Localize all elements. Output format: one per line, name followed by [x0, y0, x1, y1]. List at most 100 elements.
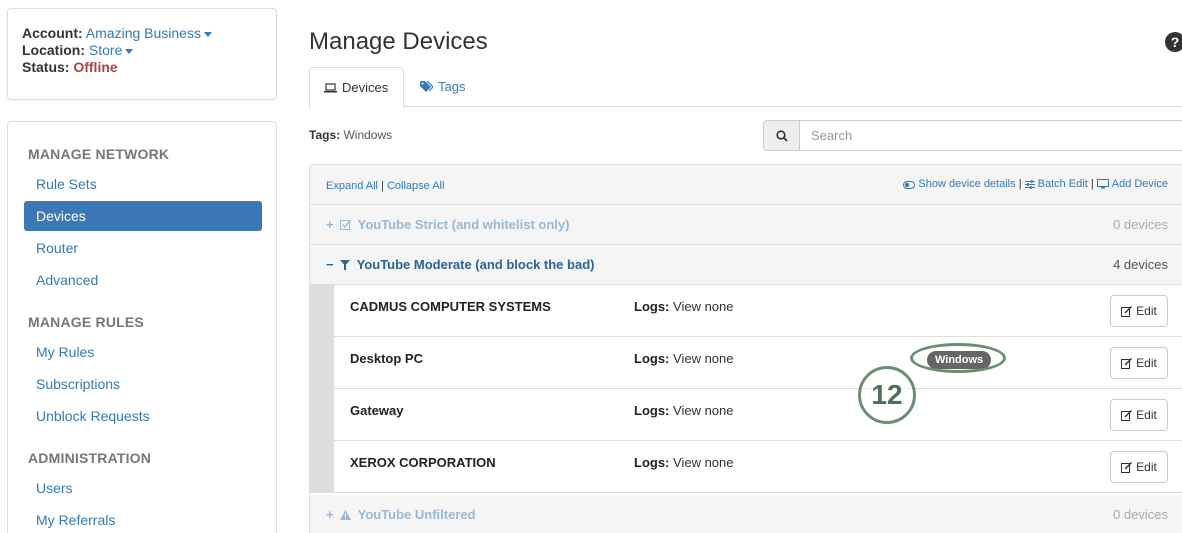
tab-tags-label: Tags: [438, 79, 466, 94]
sliders-icon: [1024, 180, 1035, 189]
sidebar-item-devices[interactable]: Devices: [24, 201, 262, 231]
expand-plus-icon[interactable]: +: [326, 217, 334, 232]
logs-value: View none: [673, 403, 734, 418]
sidebar-item-router[interactable]: Router: [24, 233, 262, 263]
nav-heading-manage-rules: MANAGE RULES: [28, 314, 144, 330]
caret-down-icon: [203, 31, 212, 37]
edit-button[interactable]: Edit: [1110, 295, 1168, 327]
edit-icon: [1121, 305, 1133, 317]
tab-bar: Devices Tags: [309, 67, 1182, 108]
edit-icon: [1121, 461, 1133, 473]
row-indent: [310, 389, 334, 440]
edit-button[interactable]: Edit: [1110, 399, 1168, 431]
logs-label: Logs:: [634, 455, 670, 470]
device-logs: Logs: View none: [634, 455, 734, 470]
show-details-label: Show device details: [918, 178, 1016, 190]
location-line: Location: Store: [22, 42, 276, 59]
row-indent: [310, 285, 334, 336]
batch-edit-label: Batch Edit: [1037, 178, 1088, 190]
separator: |: [1018, 178, 1022, 190]
group-name: YouTube Unfiltered: [357, 507, 476, 522]
tags-label: Tags:: [309, 128, 341, 142]
nav-heading-administration: ADMINISTRATION: [28, 450, 152, 466]
edit-icon: [1121, 409, 1133, 421]
tab-tags[interactable]: Tags: [406, 67, 479, 107]
separator: |: [1090, 178, 1094, 190]
group-title: + YouTube Strict (and whitelist only): [326, 217, 569, 232]
search-button[interactable]: [764, 121, 800, 150]
tags-value: Windows: [343, 128, 393, 142]
panel-header: Expand All | Collapse All Show device de…: [310, 165, 1182, 205]
sidebar-nav: MANAGE NETWORK Rule Sets Devices Router …: [7, 121, 277, 533]
expand-all-link[interactable]: Expand All: [326, 180, 378, 192]
toggle-icon: [903, 181, 916, 189]
edit-label: Edit: [1136, 304, 1157, 318]
logs-value: View none: [673, 351, 734, 366]
devices-panel: Expand All | Collapse All Show device de…: [309, 164, 1182, 533]
device-row: XEROX CORPORATION Logs: View none Edit: [310, 441, 1182, 493]
page-title: Manage Devices: [309, 28, 488, 55]
annotation-callout: 12: [858, 366, 916, 424]
group-title: − YouTube Moderate (and block the bad): [326, 257, 594, 272]
device-logs: Logs: View none: [634, 299, 734, 314]
sidebar-item-advanced[interactable]: Advanced: [24, 265, 262, 295]
account-value: Amazing Business: [85, 25, 201, 41]
logs-label: Logs:: [634, 299, 670, 314]
status-label: Status:: [22, 59, 70, 75]
group-name: YouTube Strict (and whitelist only): [357, 217, 570, 232]
account-dropdown[interactable]: Amazing Business: [86, 25, 212, 41]
location-label: Location:: [22, 42, 85, 58]
separator: |: [381, 180, 384, 192]
add-device-label: Add Device: [1111, 178, 1168, 190]
tags-filter: Tags: Windows: [309, 128, 392, 142]
expand-plus-icon[interactable]: +: [326, 507, 334, 522]
help-icon[interactable]: ?: [1165, 32, 1182, 52]
device-name: XEROX CORPORATION: [350, 455, 496, 470]
account-label: Account:: [22, 25, 83, 41]
group-row-youtube-strict[interactable]: + YouTube Strict (and whitelist only) 0 …: [310, 205, 1182, 245]
sidebar-item-unblock-requests[interactable]: Unblock Requests: [24, 401, 262, 431]
warning-icon: [340, 510, 352, 520]
edit-label: Edit: [1136, 460, 1157, 474]
sidebar-item-users[interactable]: Users: [24, 473, 262, 503]
group-row-youtube-moderate[interactable]: − YouTube Moderate (and block the bad) 4…: [310, 245, 1182, 285]
show-details-link[interactable]: Show device details: [903, 178, 1016, 190]
logs-value: View none: [673, 455, 734, 470]
search-input[interactable]: [801, 121, 1181, 150]
caret-down-icon: [125, 48, 134, 54]
edit-button[interactable]: Edit: [1110, 347, 1168, 379]
device-name: Desktop PC: [350, 351, 423, 366]
group-name: YouTube Moderate (and block the bad): [356, 257, 595, 272]
group-row-youtube-unfiltered[interactable]: + YouTube Unfiltered 0 devices: [310, 495, 1182, 533]
collapse-minus-icon[interactable]: −: [326, 257, 334, 272]
row-indent: [310, 337, 334, 388]
logs-value: View none: [673, 299, 734, 314]
sidebar-item-my-referrals[interactable]: My Referrals: [24, 505, 262, 533]
status-line: Status: Offline: [22, 59, 276, 76]
status-value: Offline: [73, 59, 118, 75]
row-indent: [310, 441, 334, 492]
account-line: Account: Amazing Business: [22, 25, 276, 42]
sidebar-item-rule-sets[interactable]: Rule Sets: [24, 169, 262, 199]
device-name: Gateway: [350, 403, 404, 418]
edit-label: Edit: [1136, 356, 1157, 370]
tags-icon: [420, 80, 434, 92]
device-name: CADMUS COMPUTER SYSTEMS: [350, 299, 551, 314]
group-device-count: 4 devices: [1113, 257, 1168, 272]
edit-icon: [1121, 357, 1133, 369]
device-row: Gateway Logs: View none Edit: [310, 389, 1182, 441]
tab-devices-label: Devices: [342, 80, 389, 95]
search-icon: [775, 129, 788, 142]
collapse-all-link[interactable]: Collapse All: [387, 180, 444, 192]
add-device-link[interactable]: Add Device: [1096, 178, 1168, 190]
sidebar-item-my-rules[interactable]: My Rules: [24, 337, 262, 367]
group-title: + YouTube Unfiltered: [326, 507, 476, 522]
edit-label: Edit: [1136, 408, 1157, 422]
location-dropdown[interactable]: Store: [89, 42, 134, 58]
account-box: Account: Amazing Business Location: Stor…: [7, 8, 277, 100]
tab-devices[interactable]: Devices: [309, 67, 404, 108]
batch-edit-link[interactable]: Batch Edit: [1024, 178, 1088, 190]
edit-button[interactable]: Edit: [1110, 451, 1168, 483]
laptop-icon: [324, 83, 337, 93]
sidebar-item-subscriptions[interactable]: Subscriptions: [24, 369, 262, 399]
